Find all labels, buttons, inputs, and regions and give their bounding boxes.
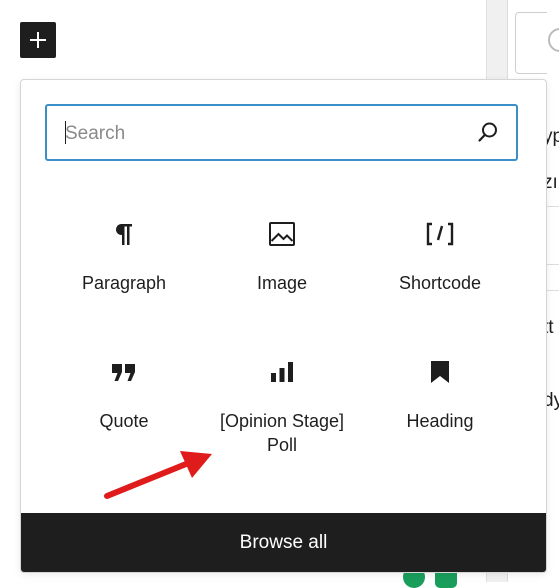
block-image[interactable]: Image <box>203 219 361 295</box>
block-shortcode[interactable]: Shortcode <box>361 219 519 295</box>
block-inserter-popover: Paragraph Image Shortcode Quote [Opinion… <box>20 79 547 573</box>
block-quote[interactable]: Quote <box>45 357 203 433</box>
block-label: [Opinion Stage] Poll <box>219 411 345 455</box>
block-opinion-stage-poll[interactable]: [Opinion Stage] Poll <box>203 357 361 457</box>
search-input[interactable] <box>63 106 467 161</box>
sidebar-field[interactable] <box>515 12 547 74</box>
search-box[interactable] <box>45 104 518 161</box>
text-caret <box>65 121 66 144</box>
plus-icon <box>30 32 46 48</box>
add-block-button[interactable] <box>20 22 56 58</box>
search-icon <box>478 122 497 142</box>
block-heading[interactable]: Heading <box>361 357 519 433</box>
block-paragraph[interactable]: Paragraph <box>45 219 203 295</box>
paragraph-icon <box>115 224 132 245</box>
shortcode-icon <box>426 222 454 246</box>
poll-icon <box>271 362 293 382</box>
block-label: Image <box>256 273 308 293</box>
image-icon <box>269 222 295 246</box>
quote-icon <box>112 364 135 381</box>
block-label: Heading <box>406 411 474 431</box>
block-label: Shortcode <box>398 273 482 293</box>
browse-all-button[interactable]: Browse all <box>21 513 546 572</box>
bookmark-icon <box>431 361 449 383</box>
block-label: Paragraph <box>81 273 167 293</box>
block-label: Quote <box>99 411 149 431</box>
